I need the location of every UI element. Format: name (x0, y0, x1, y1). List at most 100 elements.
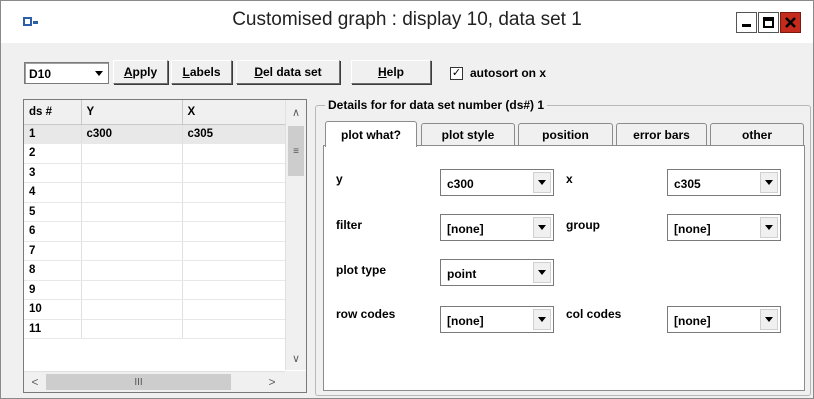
maximize-button[interactable] (758, 12, 779, 33)
table-row[interactable]: 7 (24, 241, 286, 261)
cell-x[interactable] (182, 319, 286, 339)
chevron-down-icon[interactable] (760, 172, 778, 193)
cell-ds-number[interactable]: 3 (24, 163, 82, 183)
cell-ds-number[interactable]: 11 (24, 319, 82, 339)
filter-select[interactable]: [none] (440, 214, 554, 241)
cell-x[interactable] (182, 143, 286, 164)
cell-ds-number[interactable]: 6 (24, 221, 82, 242)
tab-position[interactable]: position (518, 123, 613, 145)
apply-button[interactable]: Apply (113, 60, 168, 84)
delete-data-set-button[interactable]: Del data set (236, 60, 340, 84)
cell-ds-number[interactable]: 8 (24, 260, 82, 281)
filter-label: filter (336, 218, 363, 232)
help-accel: H (377, 65, 387, 79)
del-label: el data set (262, 65, 322, 79)
column-header-y[interactable]: Y (81, 100, 183, 125)
table-row[interactable]: 1 c300 c305 (24, 124, 286, 144)
cell-y[interactable] (81, 319, 183, 339)
cell-x[interactable]: c305 (182, 124, 286, 144)
scroll-up-icon[interactable]: ∧ (286, 102, 306, 122)
apply-label: pply (132, 65, 158, 79)
title-bar[interactable]: Customised graph : display 10, data set … (1, 1, 813, 43)
autosort-label[interactable]: autosort on x (470, 66, 546, 80)
cell-ds-number[interactable]: 10 (24, 299, 82, 320)
tab-plot-style[interactable]: plot style (421, 123, 515, 145)
cell-ds-number[interactable]: 9 (24, 280, 82, 300)
scroll-right-icon[interactable]: > (262, 372, 282, 392)
minimize-button[interactable] (736, 12, 757, 33)
cell-ds-number[interactable]: 7 (24, 241, 82, 261)
table-row[interactable]: 3 (24, 163, 286, 183)
table-row[interactable]: 8 (24, 260, 286, 281)
table-row[interactable]: 10 (24, 299, 286, 320)
cell-y[interactable] (81, 163, 183, 183)
chevron-down-icon[interactable] (533, 262, 551, 283)
x-label: x (566, 172, 573, 186)
cell-y[interactable] (81, 299, 183, 320)
horizontal-scrollbar[interactable]: < III > (24, 371, 285, 392)
cell-x[interactable] (182, 202, 286, 222)
x-select[interactable]: c305 (667, 169, 781, 196)
horizontal-scroll-thumb[interactable]: III (46, 374, 231, 390)
chevron-down-icon[interactable] (760, 309, 778, 330)
labels-accel: L (182, 65, 190, 79)
labels-button[interactable]: Labels (171, 60, 232, 84)
cell-x[interactable] (182, 182, 286, 203)
cell-x[interactable] (182, 241, 286, 261)
col-codes-select[interactable]: [none] (667, 306, 781, 333)
cell-y[interactable] (81, 280, 183, 300)
help-label: elp (386, 65, 404, 79)
table-row[interactable]: 2 (24, 143, 286, 164)
y-select[interactable]: c300 (440, 169, 554, 196)
cell-x[interactable] (182, 221, 286, 242)
chevron-down-icon[interactable] (92, 65, 106, 81)
close-icon (785, 17, 796, 28)
table-row[interactable]: 5 (24, 202, 286, 222)
data-set-grid[interactable]: ds # Y X 1 c300 c305 2 3 4 5 6 7 8 9 10 11 ∧ ≡ ∨ < I… (23, 99, 307, 393)
cell-y[interactable]: c300 (81, 124, 183, 144)
cell-x[interactable] (182, 299, 286, 320)
column-header-ds[interactable]: ds # (24, 100, 82, 125)
chevron-down-icon[interactable] (533, 309, 551, 330)
vertical-scroll-thumb[interactable]: ≡ (288, 126, 304, 176)
table-row[interactable]: 11 (24, 319, 286, 339)
cell-y[interactable] (81, 260, 183, 281)
cell-x[interactable] (182, 260, 286, 281)
chevron-down-icon[interactable] (533, 217, 551, 238)
display-select[interactable]: D10 (24, 62, 109, 84)
cell-x[interactable] (182, 280, 286, 300)
chevron-down-icon[interactable] (533, 172, 551, 193)
autosort-checkbox[interactable]: ✓ (450, 67, 463, 80)
del-accel: D (254, 65, 263, 79)
tab-plot-what[interactable]: plot what? (325, 121, 417, 147)
cell-ds-number[interactable]: 4 (24, 182, 82, 203)
table-row[interactable]: 4 (24, 182, 286, 203)
help-button[interactable]: Help (351, 60, 431, 84)
tab-other[interactable]: other (710, 123, 804, 145)
tab-error-bars[interactable]: error bars (616, 123, 707, 145)
cell-x[interactable] (182, 163, 286, 183)
column-header-x[interactable]: X (182, 100, 286, 125)
cell-ds-number[interactable]: 2 (24, 143, 82, 164)
plot-type-select[interactable]: point (440, 259, 554, 286)
chevron-down-icon[interactable] (760, 217, 778, 238)
group-select-value: [none] (674, 222, 711, 236)
cell-y[interactable] (81, 143, 183, 164)
cell-y[interactable] (81, 182, 183, 203)
display-select-value: D10 (29, 67, 52, 81)
scroll-down-icon[interactable]: ∨ (286, 348, 306, 368)
group-select[interactable]: [none] (667, 214, 781, 241)
close-button[interactable] (780, 12, 801, 33)
table-row[interactable]: 9 (24, 280, 286, 300)
cell-y[interactable] (81, 202, 183, 222)
cell-y[interactable] (81, 221, 183, 242)
table-row[interactable]: 6 (24, 221, 286, 242)
cell-ds-number[interactable]: 1 (24, 124, 82, 144)
vertical-scrollbar[interactable]: ∧ ≡ ∨ (285, 100, 306, 370)
row-codes-select[interactable]: [none] (440, 306, 554, 333)
row-codes-select-value: [none] (447, 314, 484, 328)
scroll-left-icon[interactable]: < (25, 372, 45, 392)
cell-ds-number[interactable]: 5 (24, 202, 82, 222)
cell-y[interactable] (81, 241, 183, 261)
toolbar: D10 Apply Labels Del data set Help ✓ aut… (1, 43, 813, 93)
